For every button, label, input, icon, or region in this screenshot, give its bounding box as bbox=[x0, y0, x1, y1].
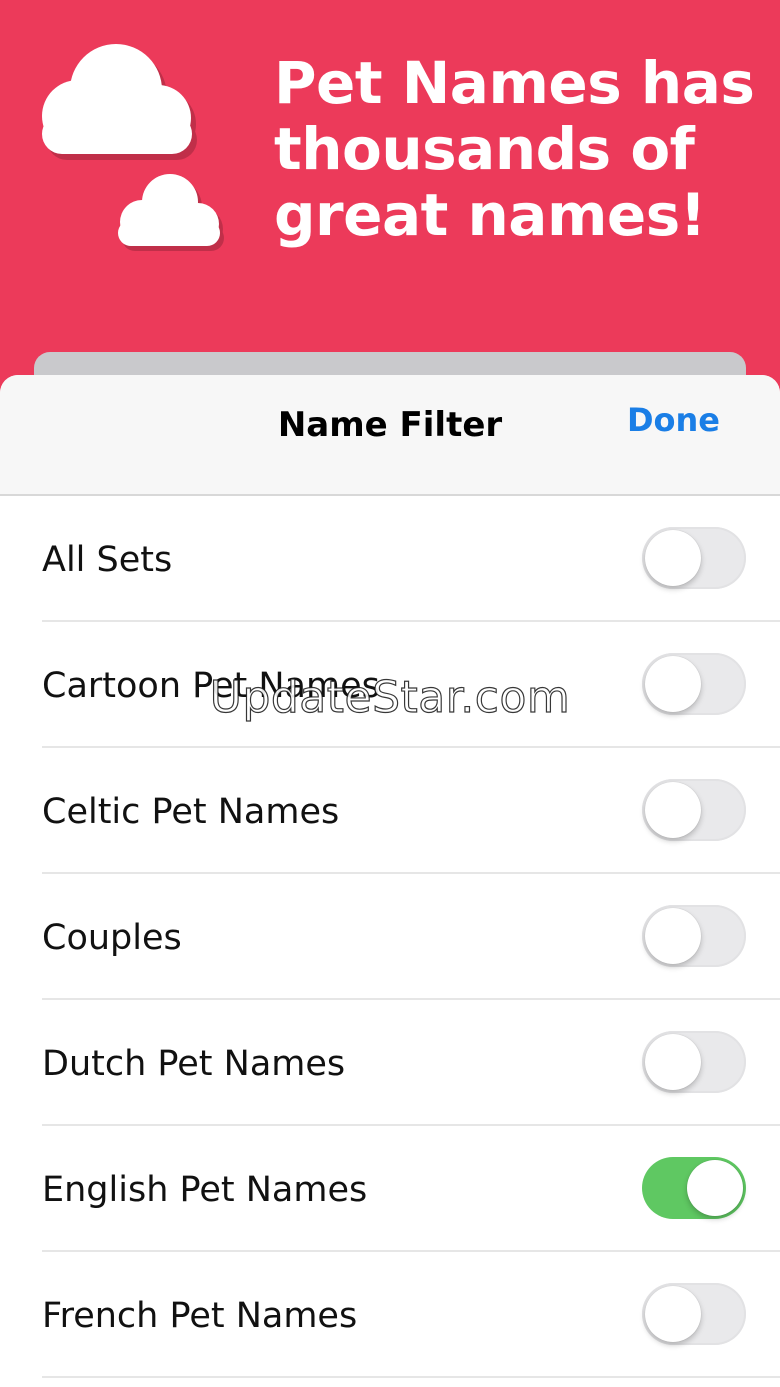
toggle-knob bbox=[645, 782, 701, 838]
promo-banner: Pet Names has thousands of great names! bbox=[0, 0, 780, 380]
filter-row: Cartoon Pet Names bbox=[42, 622, 780, 748]
filter-toggle[interactable] bbox=[642, 779, 746, 841]
toggle-knob bbox=[645, 1286, 701, 1342]
filter-label: Couples bbox=[42, 918, 182, 958]
filter-toggle[interactable] bbox=[642, 1283, 746, 1345]
done-button[interactable]: Done bbox=[627, 401, 720, 439]
promo-headline: Pet Names has thousands of great names! bbox=[274, 49, 755, 249]
filter-toggle[interactable] bbox=[642, 653, 746, 715]
toggle-knob bbox=[645, 530, 701, 586]
filter-list: All Sets Cartoon Pet Names Celtic Pet Na… bbox=[0, 496, 780, 1378]
filter-label: Celtic Pet Names bbox=[42, 792, 340, 832]
filter-label: All Sets bbox=[42, 540, 173, 580]
filter-row: All Sets bbox=[42, 496, 780, 622]
filter-label: English Pet Names bbox=[42, 1170, 368, 1210]
toggle-knob bbox=[687, 1160, 743, 1216]
filter-label: Dutch Pet Names bbox=[42, 1044, 346, 1084]
filter-row: Dutch Pet Names bbox=[42, 1000, 780, 1126]
toggle-knob bbox=[645, 908, 701, 964]
filter-toggle[interactable] bbox=[642, 527, 746, 589]
filter-label: Cartoon Pet Names bbox=[42, 666, 380, 706]
toggle-knob bbox=[645, 656, 701, 712]
filter-row: English Pet Names bbox=[42, 1126, 780, 1252]
filter-row: French Pet Names bbox=[42, 1252, 780, 1378]
sheet-header: Name Filter Done bbox=[0, 375, 780, 496]
filter-toggle[interactable] bbox=[642, 905, 746, 967]
cloud-icon bbox=[42, 44, 197, 160]
cloud-icon bbox=[118, 174, 224, 251]
filter-row: Couples bbox=[42, 874, 780, 1000]
filter-toggle[interactable] bbox=[642, 1157, 746, 1219]
toggle-knob bbox=[645, 1034, 701, 1090]
filter-label: French Pet Names bbox=[42, 1296, 358, 1336]
filter-toggle[interactable] bbox=[642, 1031, 746, 1093]
filter-row: Celtic Pet Names bbox=[42, 748, 780, 874]
name-filter-sheet: Name Filter Done All Sets Cartoon Pet Na… bbox=[0, 375, 780, 1387]
